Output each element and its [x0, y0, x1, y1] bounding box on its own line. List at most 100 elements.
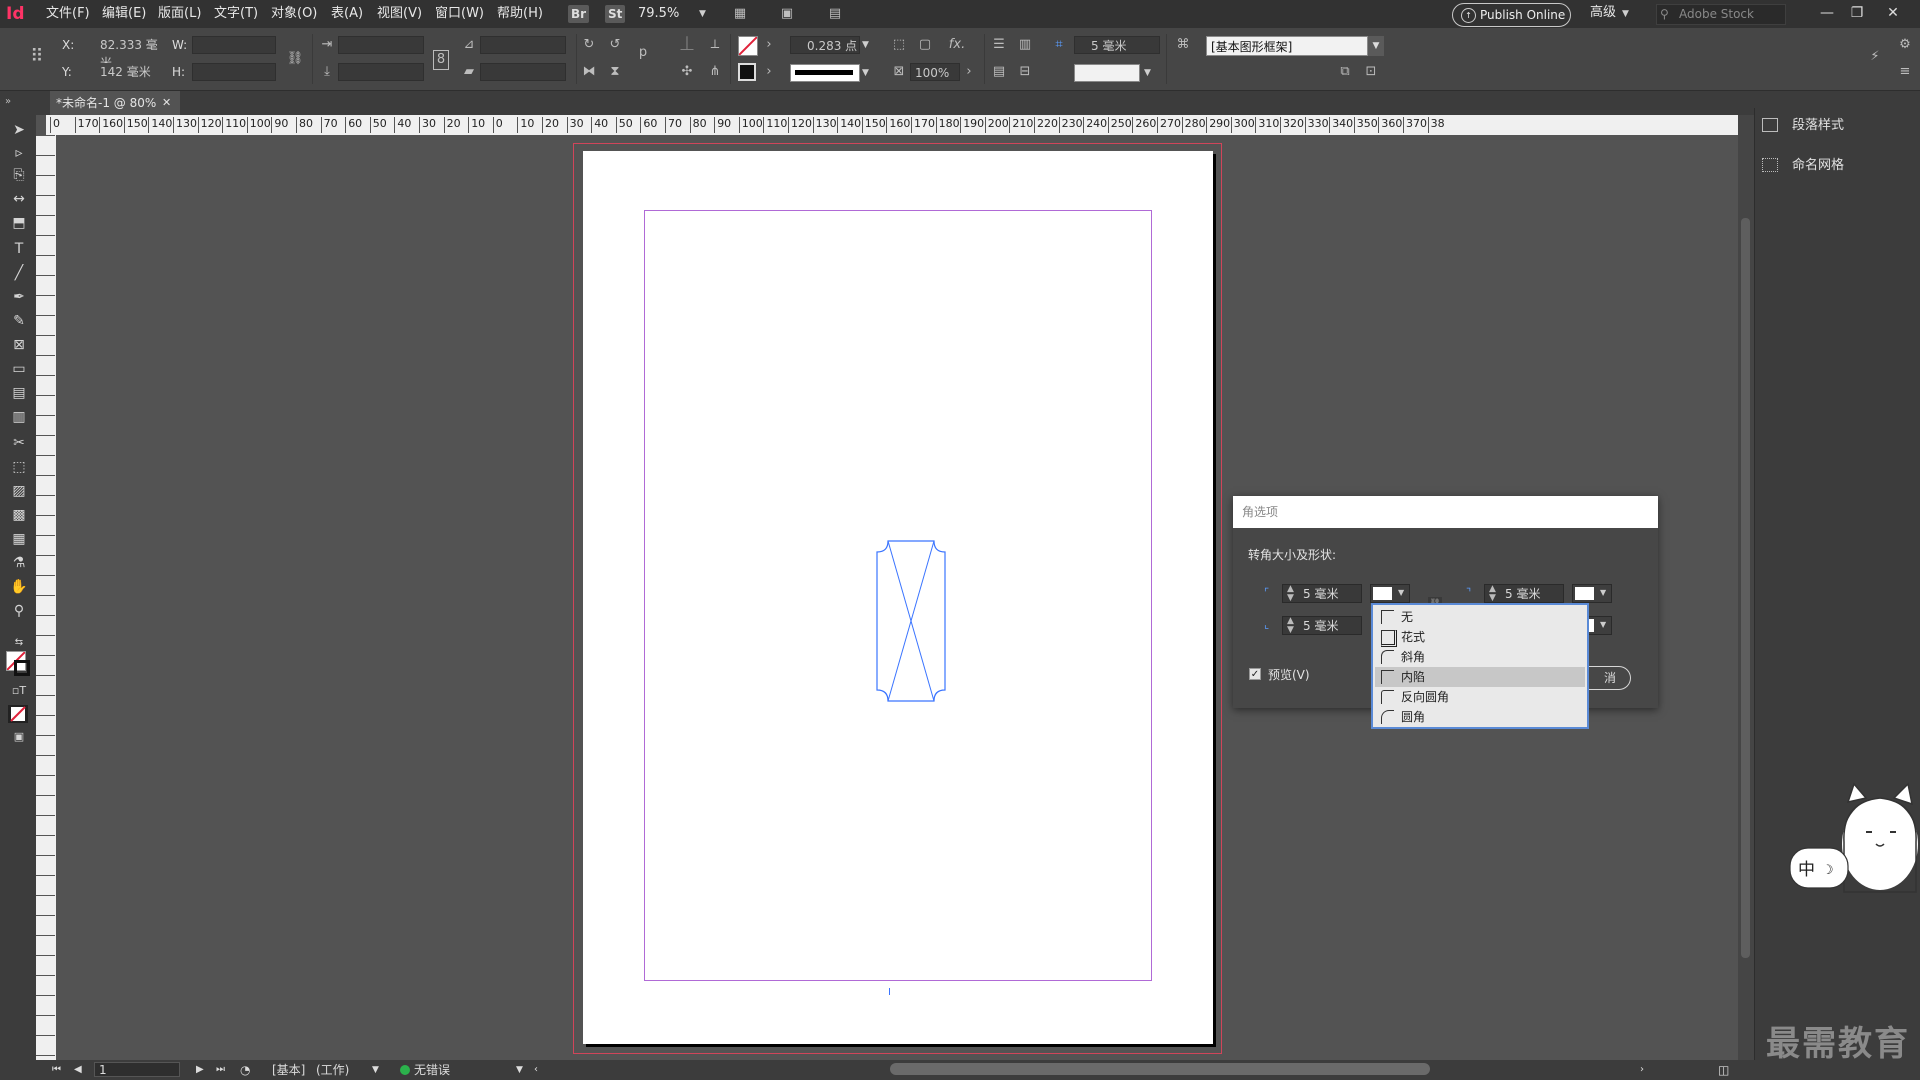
hand-tool-icon[interactable]: ✋ [8, 577, 30, 597]
rotate-ccw-icon[interactable]: ↺ [606, 36, 624, 54]
horizontal-scroll-thumb[interactable] [890, 1063, 1430, 1075]
wrap-jump-icon[interactable]: ⊟ [1016, 63, 1034, 81]
mode-label[interactable]: (工作) [316, 1060, 349, 1080]
option-rounded[interactable]: 圆角 [1375, 707, 1585, 727]
distribute-icon[interactable]: ⟂ [706, 36, 724, 54]
pen-tool-icon[interactable]: ✒ [8, 287, 30, 307]
frame-fitting-icon[interactable]: ⌘ [1174, 36, 1192, 54]
page-number-field[interactable]: 1 [94, 1062, 180, 1077]
gap-tool-icon[interactable]: ↔ [8, 189, 30, 209]
stroke-swatch[interactable] [738, 63, 756, 81]
gradient-feather-tool-icon[interactable]: ▩ [8, 505, 30, 525]
zoom-tool-icon[interactable]: ⚲ [8, 601, 30, 621]
screen-mode-tool-icon[interactable]: ▣ [8, 727, 30, 747]
menu-file[interactable]: 文件(F) [46, 0, 90, 28]
publish-online-button[interactable]: ↑ Publish Online [1452, 3, 1571, 27]
option-fancy[interactable]: 花式 [1375, 627, 1585, 647]
split-view-icon[interactable]: ◫ [1718, 1060, 1729, 1080]
master-label[interactable]: [基本] [272, 1060, 305, 1080]
reference-point-icon[interactable]: ⠿ [28, 48, 46, 66]
clear-overrides-icon[interactable]: ⧉ [1336, 63, 1354, 81]
object-style-select[interactable]: [基本图形框架] [1206, 36, 1368, 56]
w-field[interactable] [192, 36, 276, 54]
corner-options-icon[interactable]: ⌗ [1050, 36, 1068, 54]
restore-button[interactable]: ❐ [1842, 2, 1872, 24]
panel-named-grids[interactable]: 命名网格 [1762, 153, 1912, 179]
text-wrap-bbox-icon[interactable]: ▥ [1016, 36, 1034, 54]
preflight-chevron-down-icon[interactable]: ▼ [516, 1060, 523, 1080]
close-tab-icon[interactable]: ✕ [162, 91, 171, 115]
settings-gear-icon[interactable]: ⚙ [1896, 36, 1914, 54]
flip-vertical-icon[interactable]: ⏊ [678, 36, 696, 54]
x-field[interactable]: 82.333 毫米 [84, 36, 164, 70]
menu-table[interactable]: 表(A) [331, 0, 363, 28]
opacity-chevron-icon[interactable]: › [960, 63, 978, 81]
rotate-angle-field[interactable] [480, 36, 566, 54]
stock-button[interactable]: St [605, 5, 626, 23]
corner-size-field[interactable]: 5 毫米 [1074, 36, 1160, 54]
content-collector-icon[interactable]: ⬒ [8, 213, 30, 233]
stroke-swatch-tool[interactable] [14, 660, 30, 676]
object-style-chevron-icon[interactable]: ▼ [1368, 36, 1384, 56]
top-left-spinner-icon[interactable]: ▲ ▼ [1287, 585, 1294, 603]
text-wrap-none-icon[interactable]: ☰ [990, 36, 1008, 54]
close-window-button[interactable]: ✕ [1878, 2, 1908, 24]
workspace-switcher[interactable]: 高级 [1590, 0, 1616, 26]
top-right-size-field[interactable]: ▲ ▼ 5 毫米 [1484, 584, 1564, 603]
option-bevel[interactable]: 斜角 [1375, 647, 1585, 667]
menu-window[interactable]: 窗口(W) [435, 0, 484, 28]
scissors-tool-icon[interactable]: ✂ [8, 433, 30, 453]
line-tool-icon[interactable]: ╱ [8, 263, 30, 283]
shear-angle-field[interactable] [480, 63, 566, 81]
menu-view[interactable]: 视图(V) [377, 0, 422, 28]
h-field[interactable] [192, 63, 276, 81]
zoom-chevron-down-icon[interactable]: ▼ [699, 9, 706, 19]
stroke-type-select[interactable] [790, 64, 860, 82]
option-inset[interactable]: 内陷 [1375, 667, 1585, 687]
rectangle-tool-icon[interactable]: ▭ [8, 359, 30, 379]
fill-none-swatch[interactable] [738, 36, 758, 56]
tab-document[interactable]: *未命名-1 @ 80% ✕ [50, 91, 180, 115]
menu-layout[interactable]: 版面(L) [158, 0, 201, 28]
scroll-right-icon[interactable]: › [1640, 1060, 1644, 1080]
minimize-button[interactable]: — [1812, 2, 1842, 24]
style-options-icon[interactable]: ⊡ [1362, 63, 1380, 81]
default-fill-stroke-icon[interactable]: ⇆ [8, 633, 30, 653]
free-transform-tool-icon[interactable]: ⬚ [8, 457, 30, 477]
horizontal-grid-tool-icon[interactable]: ▤ [8, 383, 30, 403]
corner-shape-chevron-icon[interactable]: ▼ [1144, 68, 1151, 78]
zoom-level[interactable]: 79.5% [638, 0, 679, 28]
first-page-icon[interactable]: ⏮ [52, 1060, 61, 1080]
open-page-icon[interactable]: ◔ [240, 1060, 250, 1080]
view-options-icon[interactable]: ▦ [731, 5, 749, 23]
gradient-swatch-tool-icon[interactable]: ▨ [8, 481, 30, 501]
bottom-left-size-field[interactable]: ▲ ▼ 5 毫米 [1282, 616, 1362, 635]
ime-mascot[interactable]: 中 ☽ [1788, 782, 1920, 900]
constrain-proportions-icon[interactable]: ⛓ [286, 50, 304, 68]
previous-page-icon[interactable]: ◀ [74, 1060, 82, 1080]
y-field[interactable]: 142 毫米 [84, 63, 164, 81]
pencil-tool-icon[interactable]: ✎ [8, 311, 30, 331]
scroll-left-icon[interactable]: ‹ [534, 1060, 538, 1080]
select-next-icon[interactable]: ⋔ [706, 63, 724, 81]
last-page-icon[interactable]: ⏭ [216, 1060, 225, 1080]
top-left-size-field[interactable]: ▲ ▼ 5 毫米 [1282, 584, 1362, 603]
top-right-shape-select[interactable]: ▼ [1572, 584, 1612, 603]
lightning-icon[interactable]: ⚡ [1866, 48, 1884, 66]
vertical-grid-tool-icon[interactable]: ▥ [8, 407, 30, 427]
screen-mode-icon[interactable]: ▣ [778, 5, 796, 23]
apply-none-icon[interactable] [8, 705, 28, 723]
flip-icon[interactable]: ⧗ [606, 63, 624, 81]
select-content-icon[interactable]: p [634, 44, 652, 62]
next-page-icon[interactable]: ▶ [196, 1060, 204, 1080]
stroke-type-chevron-icon[interactable]: ▼ [862, 68, 869, 78]
stroke-weight-field[interactable]: 0.283 点 [790, 36, 860, 54]
eyedropper-tool-icon[interactable]: ⚗ [8, 553, 30, 573]
select-container-icon[interactable]: ✣ [678, 63, 696, 81]
stroke-chevron-icon[interactable]: › [760, 63, 778, 81]
preflight-status[interactable]: 无错误 [414, 1060, 450, 1080]
workspace-chevron-down-icon[interactable]: ▼ [1622, 9, 1629, 19]
preview-checkbox[interactable]: ✓ [1249, 668, 1261, 680]
flip-horizontal-icon[interactable]: ⧓ [580, 63, 598, 81]
direct-selection-tool-icon[interactable]: ▹ [8, 143, 30, 163]
